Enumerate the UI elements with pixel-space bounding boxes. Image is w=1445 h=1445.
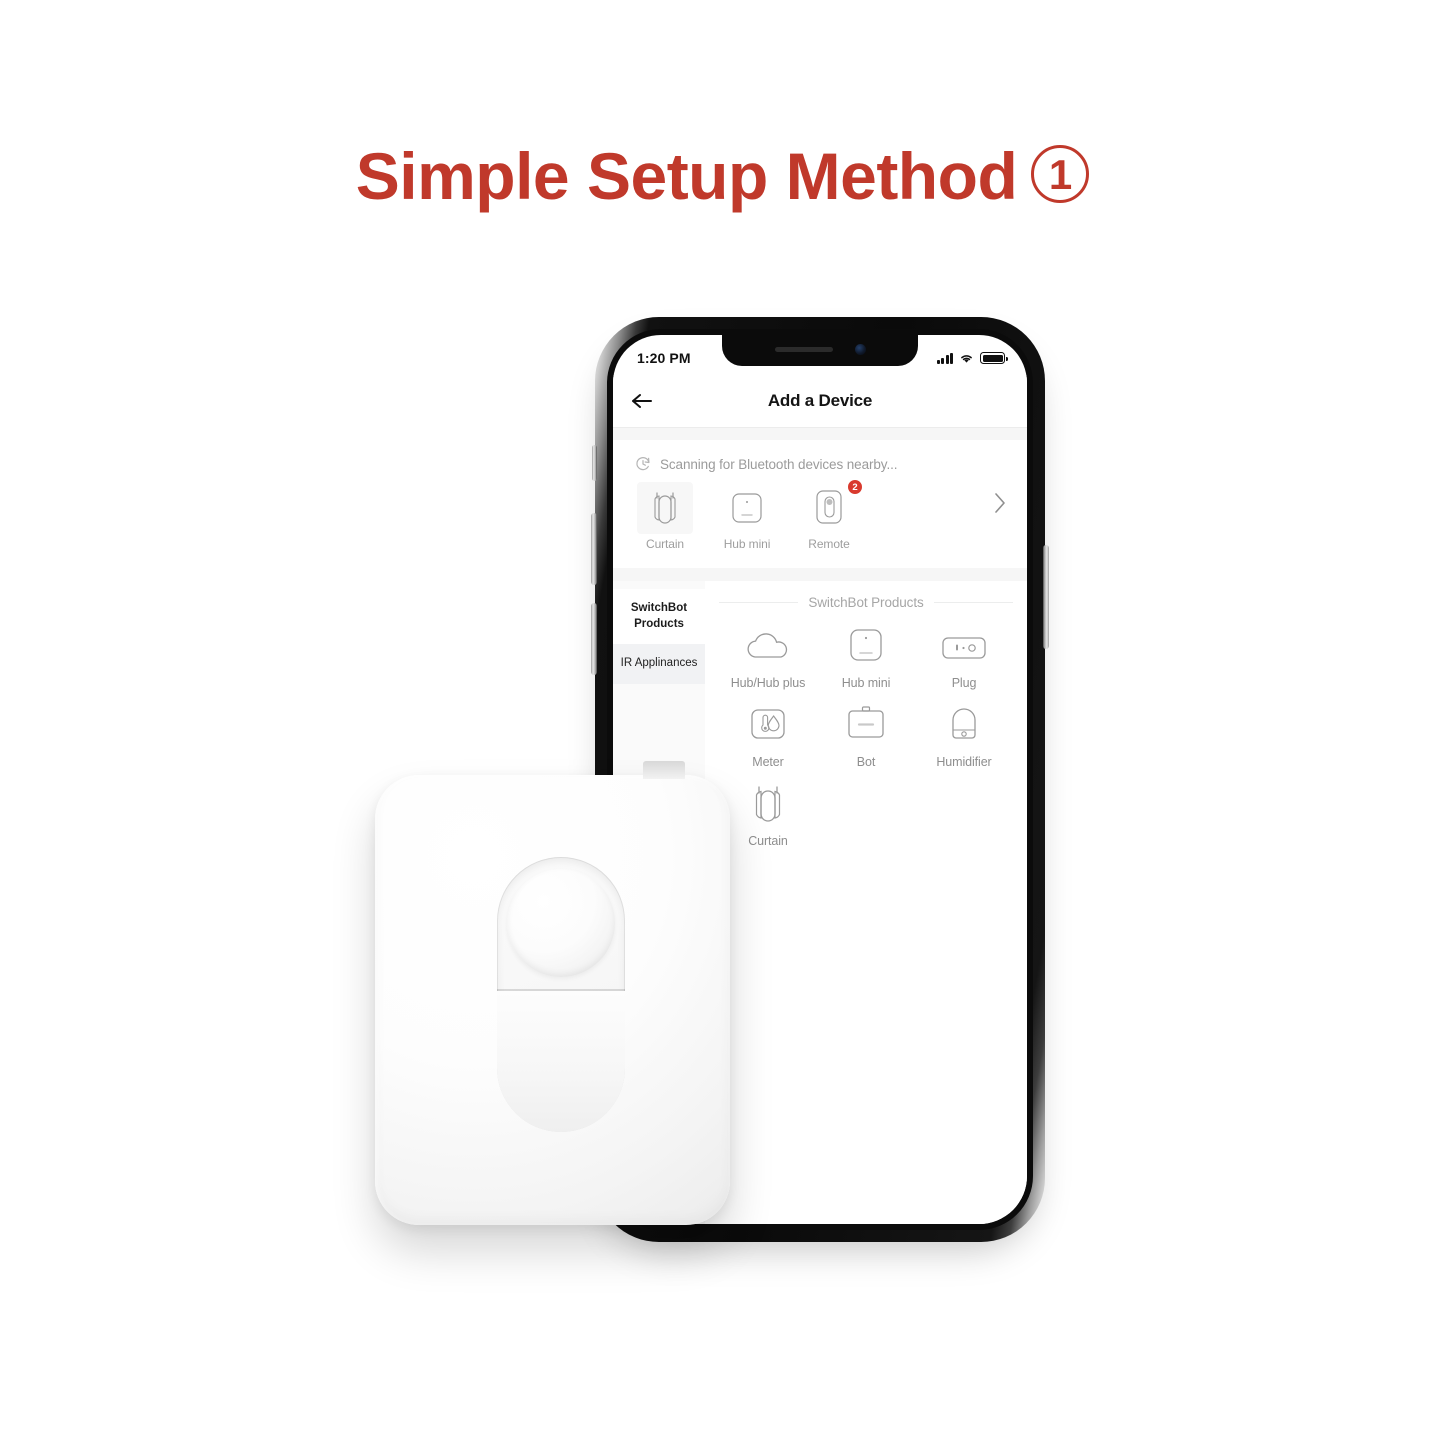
device-label: Hub mini	[723, 537, 771, 551]
product-label: Curtain	[748, 834, 788, 848]
page-title-text: Simple Setup Method	[355, 139, 1018, 213]
bot-icon: 2	[801, 479, 863, 534]
catalog-section-header: SwitchBot Products	[719, 595, 1014, 610]
chevron-right-icon	[994, 492, 1007, 514]
phone-notch	[722, 335, 918, 366]
silent-switch-button[interactable]	[592, 445, 597, 481]
screen-title: Add a Device	[767, 391, 873, 410]
power-button[interactable]	[1043, 545, 1049, 649]
header-rule-right	[933, 602, 1014, 603]
header-rule-left	[719, 602, 799, 603]
bot-lower-face	[497, 991, 625, 1132]
product-meter[interactable]: Meter	[719, 699, 817, 770]
product-curtain[interactable]: Curtain	[719, 778, 817, 849]
scan-status-row: Scanning for Bluetooth devices nearby...	[613, 440, 1027, 472]
product-label: Bot	[856, 755, 876, 769]
switchbot-bot-device	[375, 761, 730, 1225]
volume-down-button[interactable]	[591, 603, 597, 675]
device-label: Curtain	[646, 537, 684, 551]
scan-more-button[interactable]	[994, 492, 1007, 514]
bot-button-recess	[497, 857, 625, 1132]
plug-icon	[915, 620, 1013, 674]
front-camera-icon	[854, 343, 866, 355]
discovered-device-curtain[interactable]: Curtain	[637, 482, 693, 551]
earpiece-speaker-icon	[774, 346, 833, 352]
product-label: Plug	[951, 676, 977, 690]
catalog-content: SwitchBot Products Hub/Hub plus Hub mini…	[705, 581, 1027, 1224]
status-badge: 2	[847, 479, 863, 495]
product-label: Hub mini	[841, 676, 891, 690]
section-divider-band	[613, 568, 1027, 581]
product-label: Meter	[752, 755, 784, 769]
app-navigation-bar: Add a Device	[613, 375, 1027, 427]
status-bar-time: 1:20 PM	[637, 350, 691, 366]
discovered-device-hub-mini[interactable]: Hub mini	[719, 482, 775, 551]
product-bot[interactable]: Bot	[817, 699, 915, 770]
section-gap	[613, 428, 1027, 440]
product-label: Humidifier	[936, 755, 992, 769]
wifi-icon	[959, 352, 974, 364]
hub-mini-icon	[817, 620, 915, 674]
sidebar-item-ir-appliances[interactable]: IR Applinances	[613, 644, 705, 684]
volume-up-button[interactable]	[591, 513, 597, 585]
curtain-icon	[719, 778, 817, 832]
product-hub-mini[interactable]: Hub mini	[817, 620, 915, 691]
scan-status-label: Scanning for Bluetooth devices nearby...	[660, 456, 898, 472]
product-hub-hub-plus[interactable]: Hub/Hub plus	[719, 620, 817, 691]
catalog-section-title: SwitchBot Products	[808, 595, 924, 610]
discovered-devices-row: Curtain Hub mini 2 Remote	[613, 472, 1027, 551]
meter-icon	[719, 699, 817, 753]
bluetooth-scan-section: Scanning for Bluetooth devices nearby...	[613, 440, 1027, 568]
product-plug[interactable]: Plug	[915, 620, 1013, 691]
step-number-badge: 1	[1031, 145, 1090, 203]
hub-mini-icon	[719, 482, 775, 534]
status-bar-indicators	[936, 352, 1008, 364]
product-humidifier[interactable]: Humidifier	[915, 699, 1013, 770]
bot-adhesive-clip	[643, 761, 685, 779]
scan-clock-icon	[635, 456, 651, 472]
product-grid: Hub/Hub plus Hub mini Plug Meter Bot Hum…	[719, 620, 1013, 849]
curtain-icon	[637, 482, 693, 534]
battery-full-icon	[980, 352, 1008, 364]
product-label: Hub/Hub plus	[730, 676, 806, 690]
device-label: Remote	[808, 537, 850, 551]
discovered-device-remote[interactable]: 2 Remote	[801, 479, 863, 551]
page-title: Simple Setup Method 1	[0, 138, 1445, 214]
bot-press-knob	[507, 869, 615, 977]
cellular-signal-icon	[936, 352, 953, 364]
sidebar-item-switchbot-products[interactable]: SwitchBot Products	[613, 589, 705, 645]
humidifier-icon	[915, 699, 1013, 753]
cloud-hub-icon	[719, 620, 817, 674]
bot-square-icon	[817, 699, 915, 753]
